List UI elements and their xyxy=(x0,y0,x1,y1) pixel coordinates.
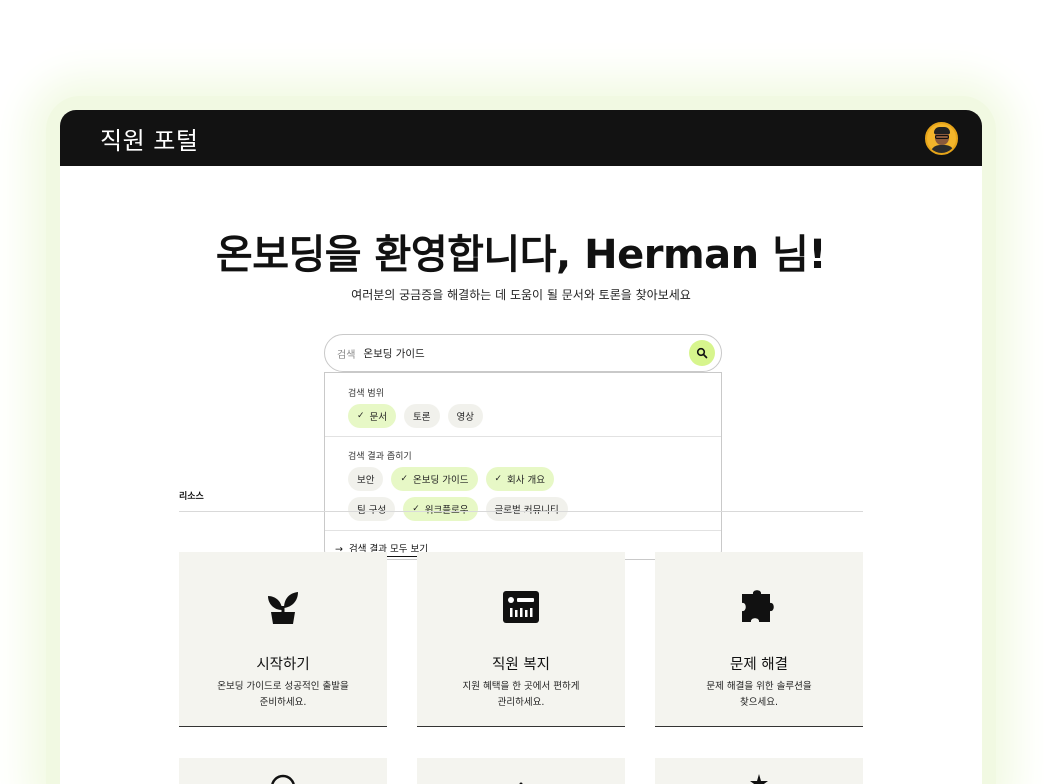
circle-icon xyxy=(271,774,295,784)
card-desc-line: 관리하세요. xyxy=(497,697,545,708)
card-desc-line: 지원 혜택을 한 곳에서 편하게 xyxy=(462,681,580,692)
benefits-card-icon xyxy=(503,591,539,623)
check-icon: ✓ xyxy=(357,411,365,421)
card-desc-line: 온보딩 가이드로 성공적인 출발을 xyxy=(217,681,349,692)
chip-label: 글로벌 커뮤니티 xyxy=(495,502,559,516)
scope-chips: ✓ 문서 토론 영상 xyxy=(348,404,483,428)
search-bar[interactable]: 검색 온보딩 가이드 xyxy=(324,334,722,372)
filter-chips-row2: 팀 구성 ✓ 워크플로우 글로벌 커뮤니티 xyxy=(348,497,568,521)
chip-label: 온보딩 가이드 xyxy=(413,475,469,486)
card-desc-line: 찾으세요. xyxy=(740,697,778,708)
chip-label: 토론 xyxy=(413,412,431,423)
resource-card-benefits[interactable]: 직원 복지 지원 혜택을 한 곳에서 편하게 관리하세요. xyxy=(417,552,625,727)
puzzle-icon xyxy=(742,590,774,622)
chip-label: 회사 개요 xyxy=(507,475,546,486)
search-label: 검색 xyxy=(337,349,356,361)
resource-card-row2-1[interactable] xyxy=(179,758,387,784)
resources-label: 리소스 xyxy=(179,492,204,502)
app-window: 직원 포털 온보딩을 환영합니다, Herman 님! 여러분의 궁금증을 해결… xyxy=(60,110,982,784)
filter-title: 검색 결과 좁히기 xyxy=(348,452,412,462)
top-bar: 직원 포털 xyxy=(60,110,982,166)
filter-chip-global-community[interactable]: 글로벌 커뮤니티 xyxy=(485,497,568,521)
search-icon xyxy=(696,347,708,359)
resource-card-row2-3[interactable] xyxy=(655,758,863,784)
scope-chip-discussions[interactable]: 토론 xyxy=(404,404,440,428)
card-title: 문제 해결 xyxy=(730,657,788,673)
card-title: 직원 복지 xyxy=(492,657,550,673)
app-title: 직원 포털 xyxy=(100,126,199,155)
card-desc-line: 문제 해결을 위한 솔루션을 xyxy=(706,681,812,692)
dot-icon xyxy=(519,782,523,784)
chip-label: 보안 xyxy=(357,475,375,486)
search-button[interactable] xyxy=(689,340,715,366)
card-title: 시작하기 xyxy=(256,657,310,673)
check-icon: ✓ xyxy=(494,474,503,484)
filter-chip-onboarding-guide[interactable]: ✓ 온보딩 가이드 xyxy=(391,467,478,491)
divider xyxy=(325,530,721,531)
page-title: 온보딩을 환영합니다, Herman 님! xyxy=(215,232,827,278)
page-subtitle: 여러분의 궁금증을 해결하는 데 도움이 될 문서와 토론을 찾아보세요 xyxy=(351,288,691,302)
divider xyxy=(325,436,721,437)
check-icon: ✓ xyxy=(400,474,409,484)
sparkle-icon xyxy=(750,774,768,784)
card-description: 지원 혜택을 한 곳에서 편하게 관리하세요. xyxy=(441,679,601,711)
chip-label: 팀 구성 xyxy=(357,502,386,516)
filter-chip-security[interactable]: 보안 xyxy=(348,467,384,491)
card-description: 온보딩 가이드로 성공적인 출발을 준비하세요. xyxy=(203,679,363,711)
resource-card-troubleshooting[interactable]: 문제 해결 문제 해결을 위한 솔루션을 찾으세요. xyxy=(655,552,863,727)
sprout-icon xyxy=(268,592,298,624)
resource-card-getting-started[interactable]: 시작하기 온보딩 가이드로 성공적인 출발을 준비하세요. xyxy=(179,552,387,727)
filter-chip-workflow[interactable]: ✓ 워크플로우 xyxy=(403,497,478,521)
search-input[interactable]: 온보딩 가이드 xyxy=(363,346,689,361)
chip-label: 문서 xyxy=(369,412,388,423)
card-desc-line: 준비하세요. xyxy=(259,697,307,708)
chip-label: 영상 xyxy=(456,412,474,423)
resources-divider xyxy=(179,511,863,512)
resource-card-row2-2[interactable] xyxy=(417,758,625,784)
check-icon: ✓ xyxy=(412,504,420,514)
search-dropdown: 검색 범위 ✓ 문서 토론 영상 검색 결과 좁히기 보안 ✓ 온보딩 가이드 xyxy=(324,372,722,560)
chip-label: 워크플로우 xyxy=(425,502,469,516)
card-description: 문제 해결을 위한 솔루션을 찾으세요. xyxy=(679,679,839,711)
scope-chip-videos[interactable]: 영상 xyxy=(447,404,483,428)
filter-chip-team[interactable]: 팀 구성 xyxy=(348,497,396,521)
filter-chips-row1: 보안 ✓ 온보딩 가이드 ✓ 회사 개요 xyxy=(348,467,555,491)
avatar[interactable] xyxy=(925,121,958,155)
scope-chip-docs[interactable]: ✓ 문서 xyxy=(348,404,397,428)
filter-chip-company-overview[interactable]: ✓ 회사 개요 xyxy=(485,467,555,491)
scope-title: 검색 범위 xyxy=(348,389,384,399)
